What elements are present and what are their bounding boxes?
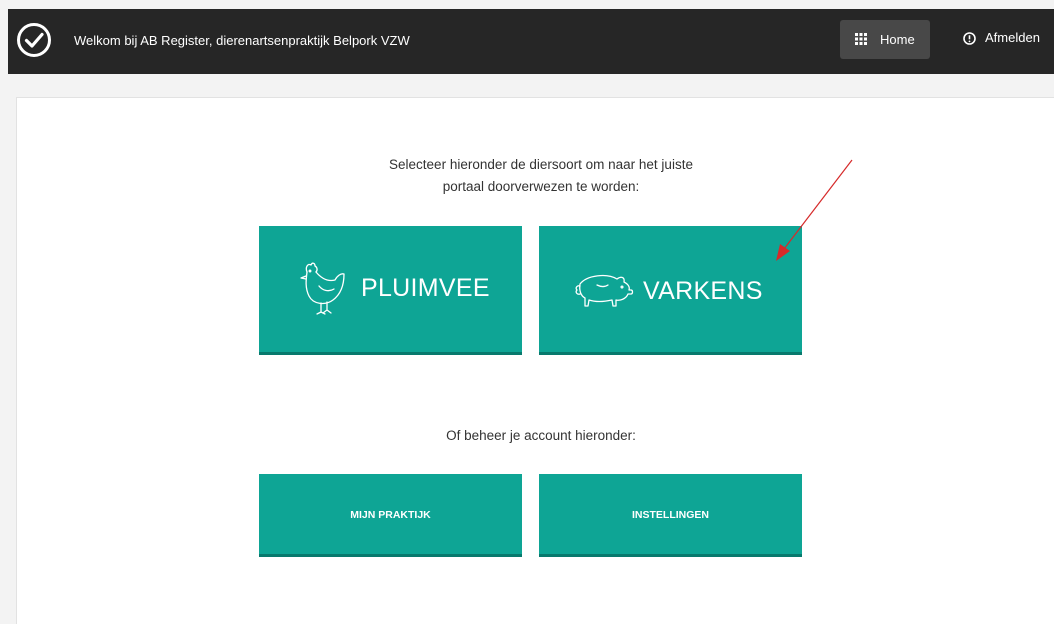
account-intro-text: Of beheer je account hieronder: [446,428,636,443]
intro-line-1: Selecteer hieronder de diersoort om naar… [389,157,693,172]
mijn-praktijk-label: MIJN PRAKTIJK [350,509,431,521]
pluimvee-button[interactable]: PLUIMVEE [259,226,522,355]
logout-label: Afmelden [985,30,1040,45]
home-button-label: Home [880,32,915,47]
varkens-label: VARKENS [643,277,763,305]
species-intro-text: Selecteer hieronder de diersoort om naar… [357,154,725,198]
apps-grid-icon [855,33,867,45]
power-info-icon [963,32,976,45]
check-circle-logo-icon [17,23,51,57]
pig-icon [575,274,634,307]
chicken-icon [300,262,345,315]
welcome-message: Welkom bij AB Register, dierenartsenprak… [74,33,410,48]
varkens-button[interactable]: VARKENS [539,226,802,355]
main-content-panel: Selecteer hieronder de diersoort om naar… [16,97,1054,624]
instellingen-button[interactable]: INSTELLINGEN [539,474,802,557]
mijn-praktijk-button[interactable]: MIJN PRAKTIJK [259,474,522,557]
home-button[interactable]: Home [840,20,930,59]
top-navbar: Welkom bij AB Register, dierenartsenprak… [8,9,1054,74]
instellingen-label: INSTELLINGEN [631,509,709,521]
pluimvee-label: PLUIMVEE [361,274,490,302]
intro-line-2: portaal doorverwezen te worden: [442,179,640,194]
